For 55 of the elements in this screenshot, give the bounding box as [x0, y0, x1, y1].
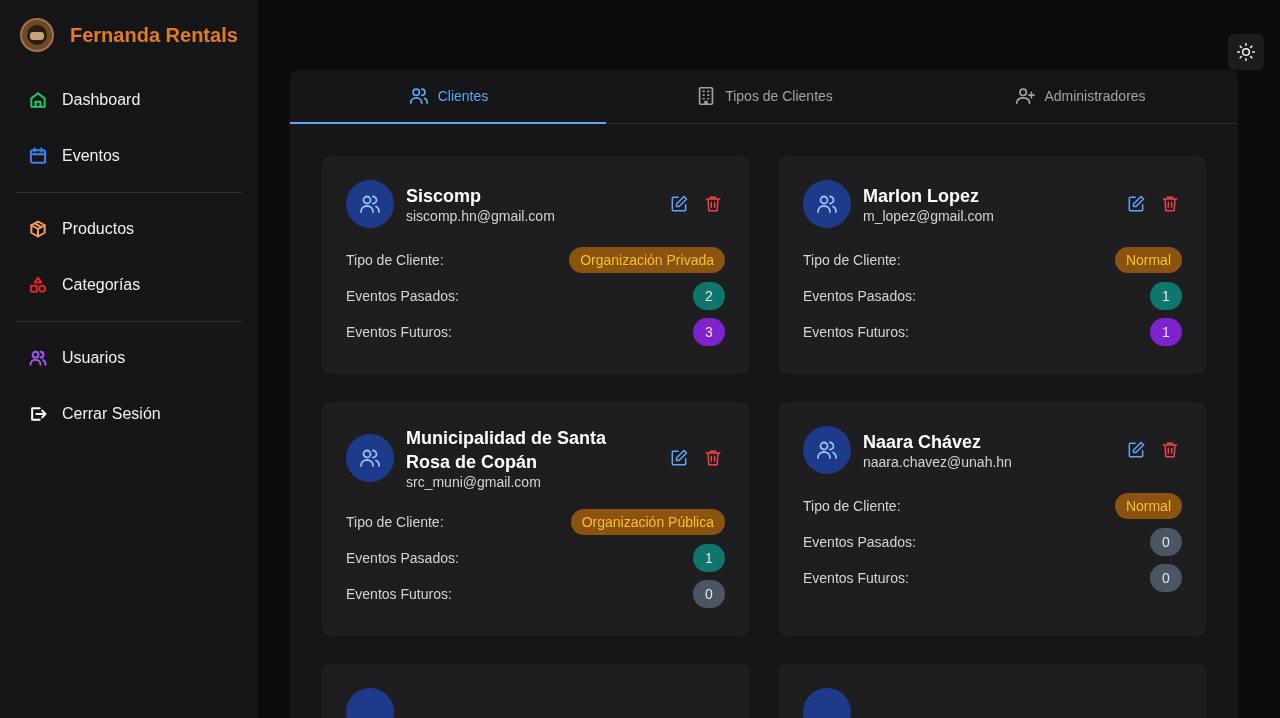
field-label: Eventos Pasados:	[803, 288, 916, 304]
edit-icon	[1126, 194, 1146, 214]
tab[interactable]: Tipos de Clientes	[606, 70, 922, 124]
client-email: siscomp.hn@gmail.com	[406, 208, 556, 224]
logo-icon	[20, 18, 54, 52]
client-name: Siscomp	[406, 185, 483, 208]
field-label: Eventos Futuros:	[803, 324, 909, 340]
client-email: naara.chavez@unah.hn	[863, 454, 1013, 470]
sun-icon	[1236, 42, 1256, 62]
delete-icon	[1160, 194, 1180, 214]
sidebar-item[interactable]: Eventos	[16, 128, 242, 184]
client-type-badge: Normal	[1114, 493, 1182, 519]
edit-icon	[669, 194, 689, 214]
delete-icon	[1160, 440, 1180, 460]
edit-icon	[669, 448, 689, 468]
delete-icon	[703, 448, 723, 468]
client-email: src_muni@gmail.com	[406, 474, 542, 490]
future-events-count: 0	[693, 580, 725, 608]
past-events-count: 0	[1150, 528, 1182, 556]
sidebar-item[interactable]: Cerrar Sesión	[16, 386, 242, 442]
future-events-count: 1	[1150, 318, 1182, 346]
field-label: Tipo de Cliente:	[346, 252, 444, 268]
past-events-count: 1	[1150, 282, 1182, 310]
tab[interactable]: Clientes	[290, 70, 606, 124]
client-email: m_lopez@gmail.com	[863, 208, 995, 224]
client-name: Naara Chávez	[863, 431, 983, 454]
sidebar-item[interactable]: Productos	[16, 201, 242, 257]
sidebar-item[interactable]: Dashboard	[16, 72, 242, 128]
brand-name: Fernanda Rentals	[70, 23, 238, 47]
field-label: Eventos Futuros:	[346, 324, 452, 340]
tab[interactable]: Administradores	[922, 70, 1238, 124]
client-type-badge: Organización Pública	[570, 509, 725, 535]
future-events-count: 0	[1150, 564, 1182, 592]
field-label: Tipo de Cliente:	[346, 514, 444, 530]
field-label: Eventos Pasados:	[346, 550, 459, 566]
client-name: Municipalidad de Santa Rosa de Copán	[406, 427, 608, 474]
client-type-badge: Normal	[1114, 247, 1182, 273]
field-label: Eventos Futuros:	[803, 570, 909, 586]
past-events-count: 1	[693, 544, 725, 572]
field-label: Eventos Futuros:	[346, 586, 452, 602]
field-label: Eventos Pasados:	[803, 534, 916, 550]
field-label: Eventos Pasados:	[346, 288, 459, 304]
client-type-badge: Organización Privada	[569, 247, 725, 273]
client-name: Marlon Lopez	[863, 185, 980, 208]
sidebar-item[interactable]: Categorías	[16, 257, 242, 313]
past-events-count: 2	[693, 282, 725, 310]
field-label: Tipo de Cliente:	[803, 498, 901, 514]
user-plus-icon	[1014, 85, 1037, 107]
edit-icon	[1126, 440, 1146, 460]
theme-toggle-button[interactable]	[1228, 34, 1264, 70]
users-icon	[407, 85, 430, 107]
sidebar-item[interactable]: Usuarios	[16, 330, 242, 386]
future-events-count: 3	[693, 318, 725, 346]
field-label: Tipo de Cliente:	[803, 252, 901, 268]
delete-icon	[703, 194, 723, 214]
